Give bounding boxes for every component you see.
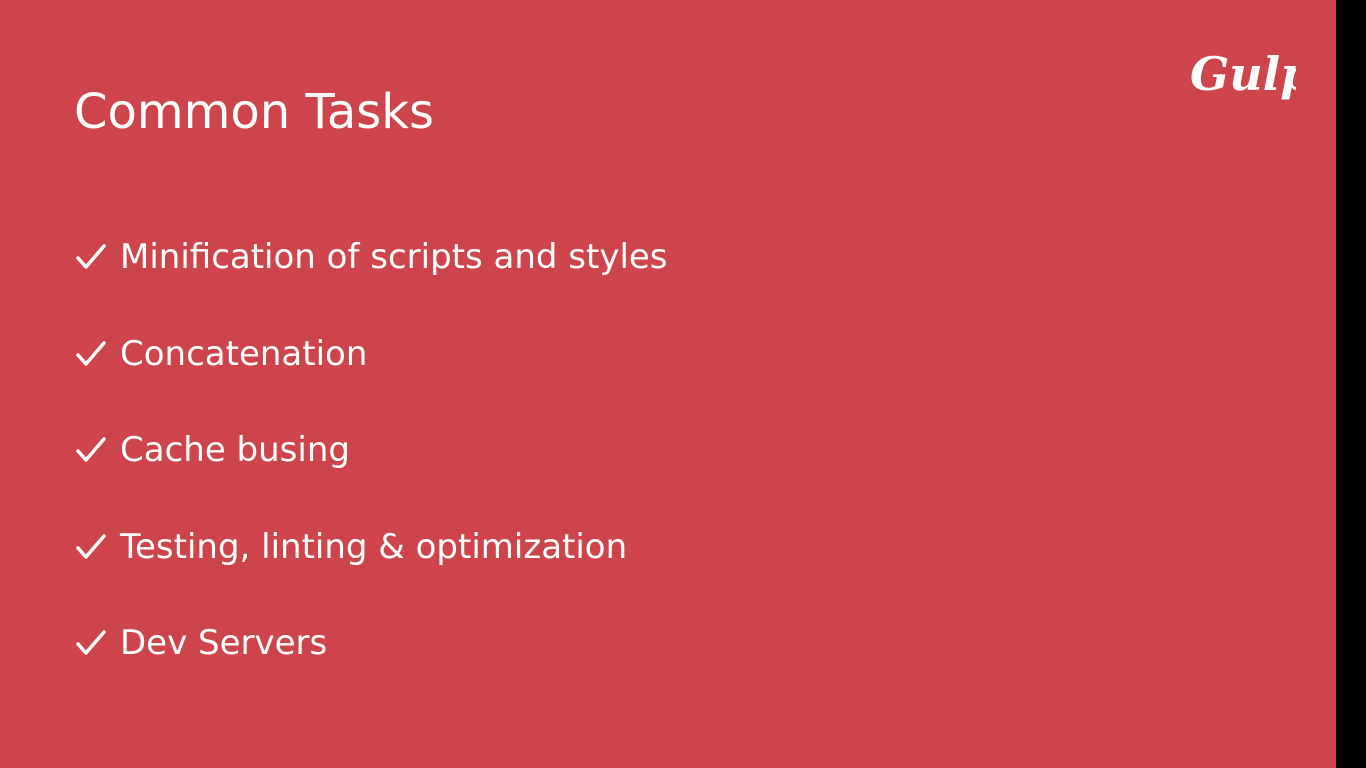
slide-title: Common Tasks	[74, 84, 435, 140]
task-label: Cache busing	[120, 430, 350, 470]
list-item: Concatenation	[74, 323, 668, 385]
presentation-slide: Common Tasks Gulp Minification of script…	[0, 0, 1336, 768]
check-icon	[76, 340, 106, 366]
task-list: Minification of scripts and styles Conca…	[74, 226, 668, 709]
check-icon	[76, 437, 106, 462]
gulp-logo: Gulp	[1190, 47, 1296, 101]
list-item: Minification of scripts and styles	[74, 226, 668, 288]
screen-edge-bar	[1336, 0, 1366, 768]
task-label: Testing, linting & optimization	[120, 526, 628, 567]
check-icon	[76, 244, 106, 269]
list-item: Testing, linting & optimization	[74, 516, 668, 578]
task-label: Concatenation	[120, 333, 368, 374]
check-icon	[76, 630, 106, 655]
gulp-logo-text: Gulp	[1190, 47, 1296, 101]
list-item: Dev Servers	[74, 612, 668, 674]
task-label: Dev Servers	[120, 623, 328, 663]
list-item: Cache busing	[74, 419, 668, 481]
task-label: Minification of scripts and styles	[120, 237, 668, 277]
check-icon	[76, 533, 106, 559]
